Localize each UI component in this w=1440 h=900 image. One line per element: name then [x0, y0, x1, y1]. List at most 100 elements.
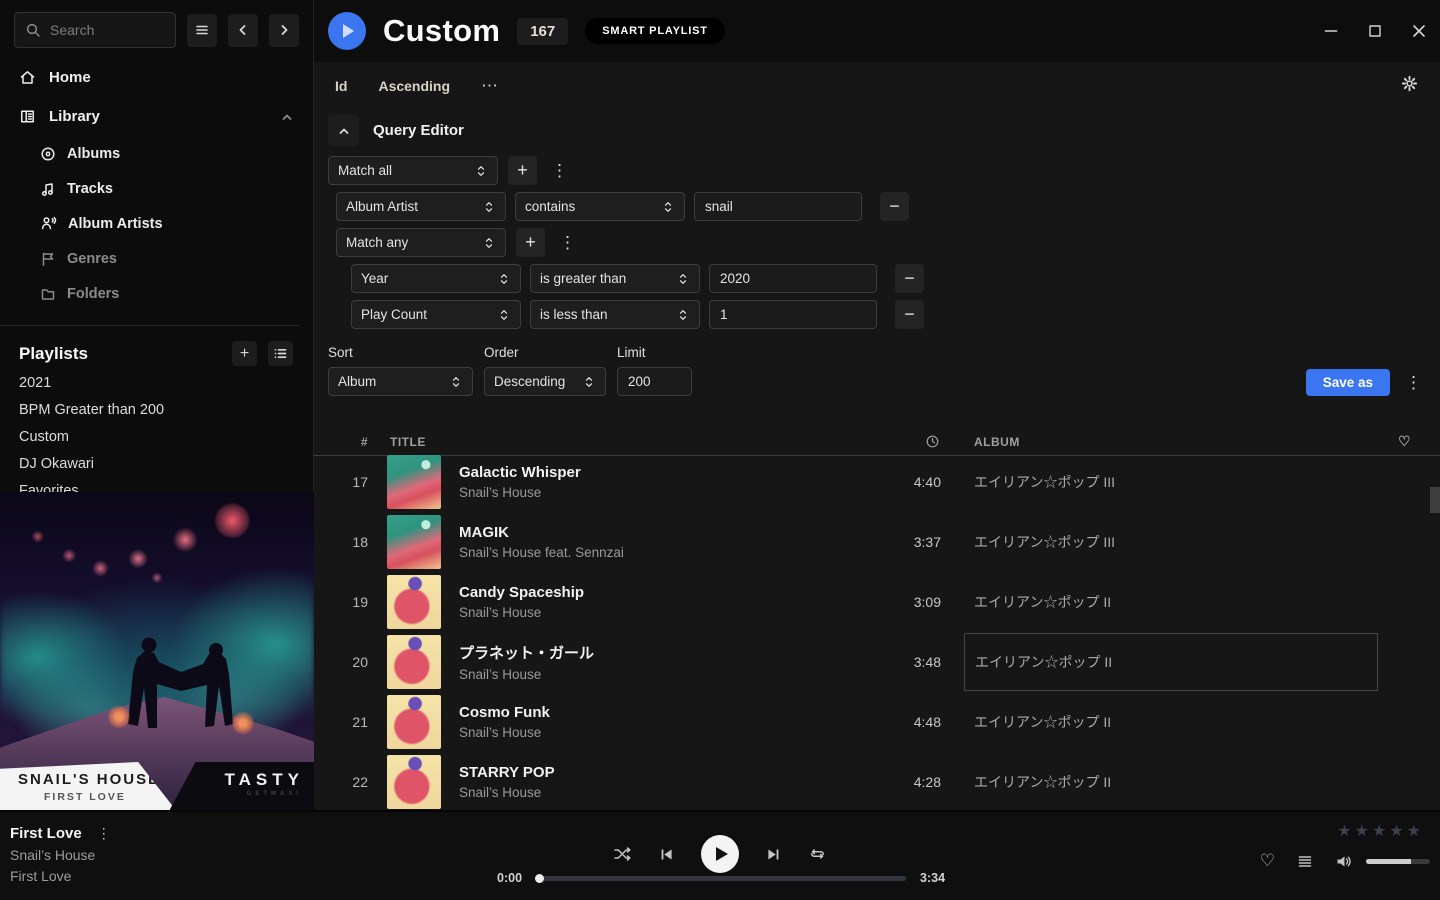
- scrollbar-thumb[interactable]: [1430, 487, 1440, 513]
- rule-operator-select[interactable]: contains: [515, 192, 685, 221]
- sidebar-item-album-artists[interactable]: Album Artists: [40, 206, 313, 241]
- playlist-item-dj-okawari[interactable]: DJ Okawari: [0, 451, 313, 478]
- duration-clock-icon[interactable]: [925, 434, 946, 449]
- flag-icon: [40, 251, 56, 267]
- sidebar-item-folders[interactable]: Folders: [40, 276, 313, 311]
- rule-field-select[interactable]: Play Count: [351, 300, 521, 329]
- search-box[interactable]: [14, 12, 176, 48]
- table-row[interactable]: 17Galactic WhisperSnail’s House4:40エイリアン…: [314, 452, 1440, 512]
- chevron-up-icon: [337, 124, 351, 138]
- limit-input[interactable]: [617, 367, 692, 396]
- favorite-track-icon[interactable]: ♡: [1260, 851, 1275, 871]
- rule-operator-select[interactable]: is less than: [530, 300, 700, 329]
- table-row[interactable]: 22STARRY POPSnail’s House4:28エイリアン☆ポップ I…: [314, 752, 1440, 810]
- volume-icon[interactable]: [1335, 853, 1354, 870]
- rule-field-select[interactable]: Year: [351, 264, 521, 293]
- now-playing-album-art[interactable]: SNAIL'S HOUSE FIRST LOVE TASTY GETMAXI: [0, 492, 314, 810]
- order-select[interactable]: Descending: [484, 367, 606, 396]
- table-row[interactable]: 21Cosmo FunkSnail’s House4:48エイリアン☆ポップ I…: [314, 692, 1440, 752]
- forward-button[interactable]: [269, 14, 299, 47]
- rule-operator-select[interactable]: is greater than: [530, 264, 700, 293]
- sidebar-item-tracks[interactable]: Tracks: [40, 171, 313, 206]
- now-playing-artist[interactable]: Snail’s House: [10, 847, 111, 863]
- rule-value-input[interactable]: [709, 264, 877, 293]
- sort-select[interactable]: Album: [328, 367, 473, 396]
- star-icon[interactable]: ★: [1337, 823, 1354, 840]
- sidebar-item-albums[interactable]: Albums: [40, 136, 313, 171]
- add-rule-button[interactable]: +: [516, 228, 545, 257]
- shuffle-icon[interactable]: [613, 845, 632, 863]
- table-row[interactable]: 20プラネット・ガールSnail’s House3:48エイリアン☆ポップ II: [314, 632, 1440, 692]
- rule-value-input[interactable]: [709, 300, 877, 329]
- track-album[interactable]: エイリアン☆ポップ II: [964, 633, 1378, 691]
- album-art-thumbnail: [387, 455, 441, 509]
- close-button[interactable]: [1410, 23, 1427, 40]
- previous-track-icon[interactable]: [658, 846, 675, 863]
- play-pause-button[interactable]: [701, 835, 739, 873]
- favorite-heart-icon[interactable]: ♡: [1394, 433, 1411, 450]
- queue-icon[interactable]: [1297, 854, 1313, 869]
- now-playing-album[interactable]: First Love: [10, 868, 111, 884]
- sidebar-item-home[interactable]: Home: [0, 58, 313, 97]
- back-button[interactable]: [228, 14, 258, 47]
- playlist-item-custom[interactable]: Custom: [0, 424, 313, 451]
- match-type-select[interactable]: Match any: [336, 228, 506, 257]
- match-type-select[interactable]: Match all: [328, 156, 498, 185]
- table-row[interactable]: 18MAGIKSnail’s House feat. Sennzai3:37エイ…: [314, 512, 1440, 572]
- search-input[interactable]: [50, 22, 165, 38]
- playlist-list-button[interactable]: [268, 341, 293, 366]
- seek-knob[interactable]: [535, 874, 544, 883]
- playlist-item-bpm-greater-than-200[interactable]: BPM Greater than 200: [0, 397, 313, 424]
- table-row[interactable]: 19Candy SpaceshipSnail’s House3:09エイリアン☆…: [314, 572, 1440, 632]
- star-icon[interactable]: ★: [1372, 823, 1389, 840]
- updown-icon: [497, 271, 511, 287]
- playlist-item-2021[interactable]: 2021: [0, 370, 313, 397]
- settings-gear-icon[interactable]: [1401, 75, 1418, 92]
- column-header-title[interactable]: TITLE: [378, 435, 872, 449]
- add-playlist-button[interactable]: +: [232, 341, 257, 366]
- column-header-index[interactable]: #: [314, 435, 378, 449]
- track-duration: 3:37: [872, 534, 946, 550]
- sort-direction-button[interactable]: Ascending: [378, 78, 450, 94]
- play-playlist-button[interactable]: [328, 12, 366, 50]
- more-options-icon[interactable]: ⋯: [481, 76, 499, 96]
- now-playing-track[interactable]: First Love: [10, 825, 82, 842]
- track-number: 22: [314, 774, 378, 790]
- remove-rule-button[interactable]: −: [895, 300, 924, 329]
- collapse-query-editor-button[interactable]: [328, 115, 359, 146]
- sidebar-item-genres[interactable]: Genres: [40, 241, 313, 276]
- next-track-icon[interactable]: [765, 846, 782, 863]
- rule-field-select[interactable]: Album Artist: [336, 192, 506, 221]
- search-icon: [25, 22, 41, 38]
- rating-stars[interactable]: ★★★★★: [1337, 821, 1424, 841]
- remove-rule-button[interactable]: −: [880, 192, 909, 221]
- minimize-button[interactable]: [1322, 23, 1339, 40]
- maximize-button[interactable]: [1366, 23, 1383, 40]
- sidebar-item-library[interactable]: Library: [0, 97, 313, 136]
- save-as-button[interactable]: Save as: [1306, 369, 1390, 396]
- add-rule-button[interactable]: +: [508, 156, 537, 185]
- group-options-icon[interactable]: ⋮: [555, 233, 580, 253]
- track-album: エイリアン☆ポップ III: [964, 453, 1378, 511]
- volume-slider[interactable]: [1366, 859, 1430, 864]
- remove-rule-button[interactable]: −: [895, 264, 924, 293]
- track-count-badge: 167: [517, 18, 568, 45]
- seek-bar[interactable]: [536, 876, 906, 881]
- star-icon[interactable]: ★: [1407, 823, 1424, 840]
- star-icon[interactable]: ★: [1389, 823, 1406, 840]
- repeat-icon[interactable]: [808, 846, 827, 862]
- column-header-album[interactable]: ALBUM: [974, 435, 1394, 449]
- track-options-icon[interactable]: ⋮: [97, 825, 111, 842]
- plus-icon: +: [240, 345, 249, 363]
- chevron-right-icon: [277, 23, 291, 37]
- menu-button[interactable]: [187, 14, 217, 47]
- track-album: エイリアン☆ポップ II: [964, 753, 1378, 810]
- updown-icon: [474, 163, 488, 179]
- sort-field-button[interactable]: Id: [335, 78, 347, 94]
- rule-value-input[interactable]: [694, 192, 862, 221]
- group-options-icon[interactable]: ⋮: [547, 161, 572, 181]
- save-options-icon[interactable]: ⋮: [1401, 373, 1426, 393]
- order-label: Order: [484, 345, 606, 360]
- star-icon[interactable]: ★: [1355, 823, 1372, 840]
- track-number: 18: [314, 534, 378, 550]
